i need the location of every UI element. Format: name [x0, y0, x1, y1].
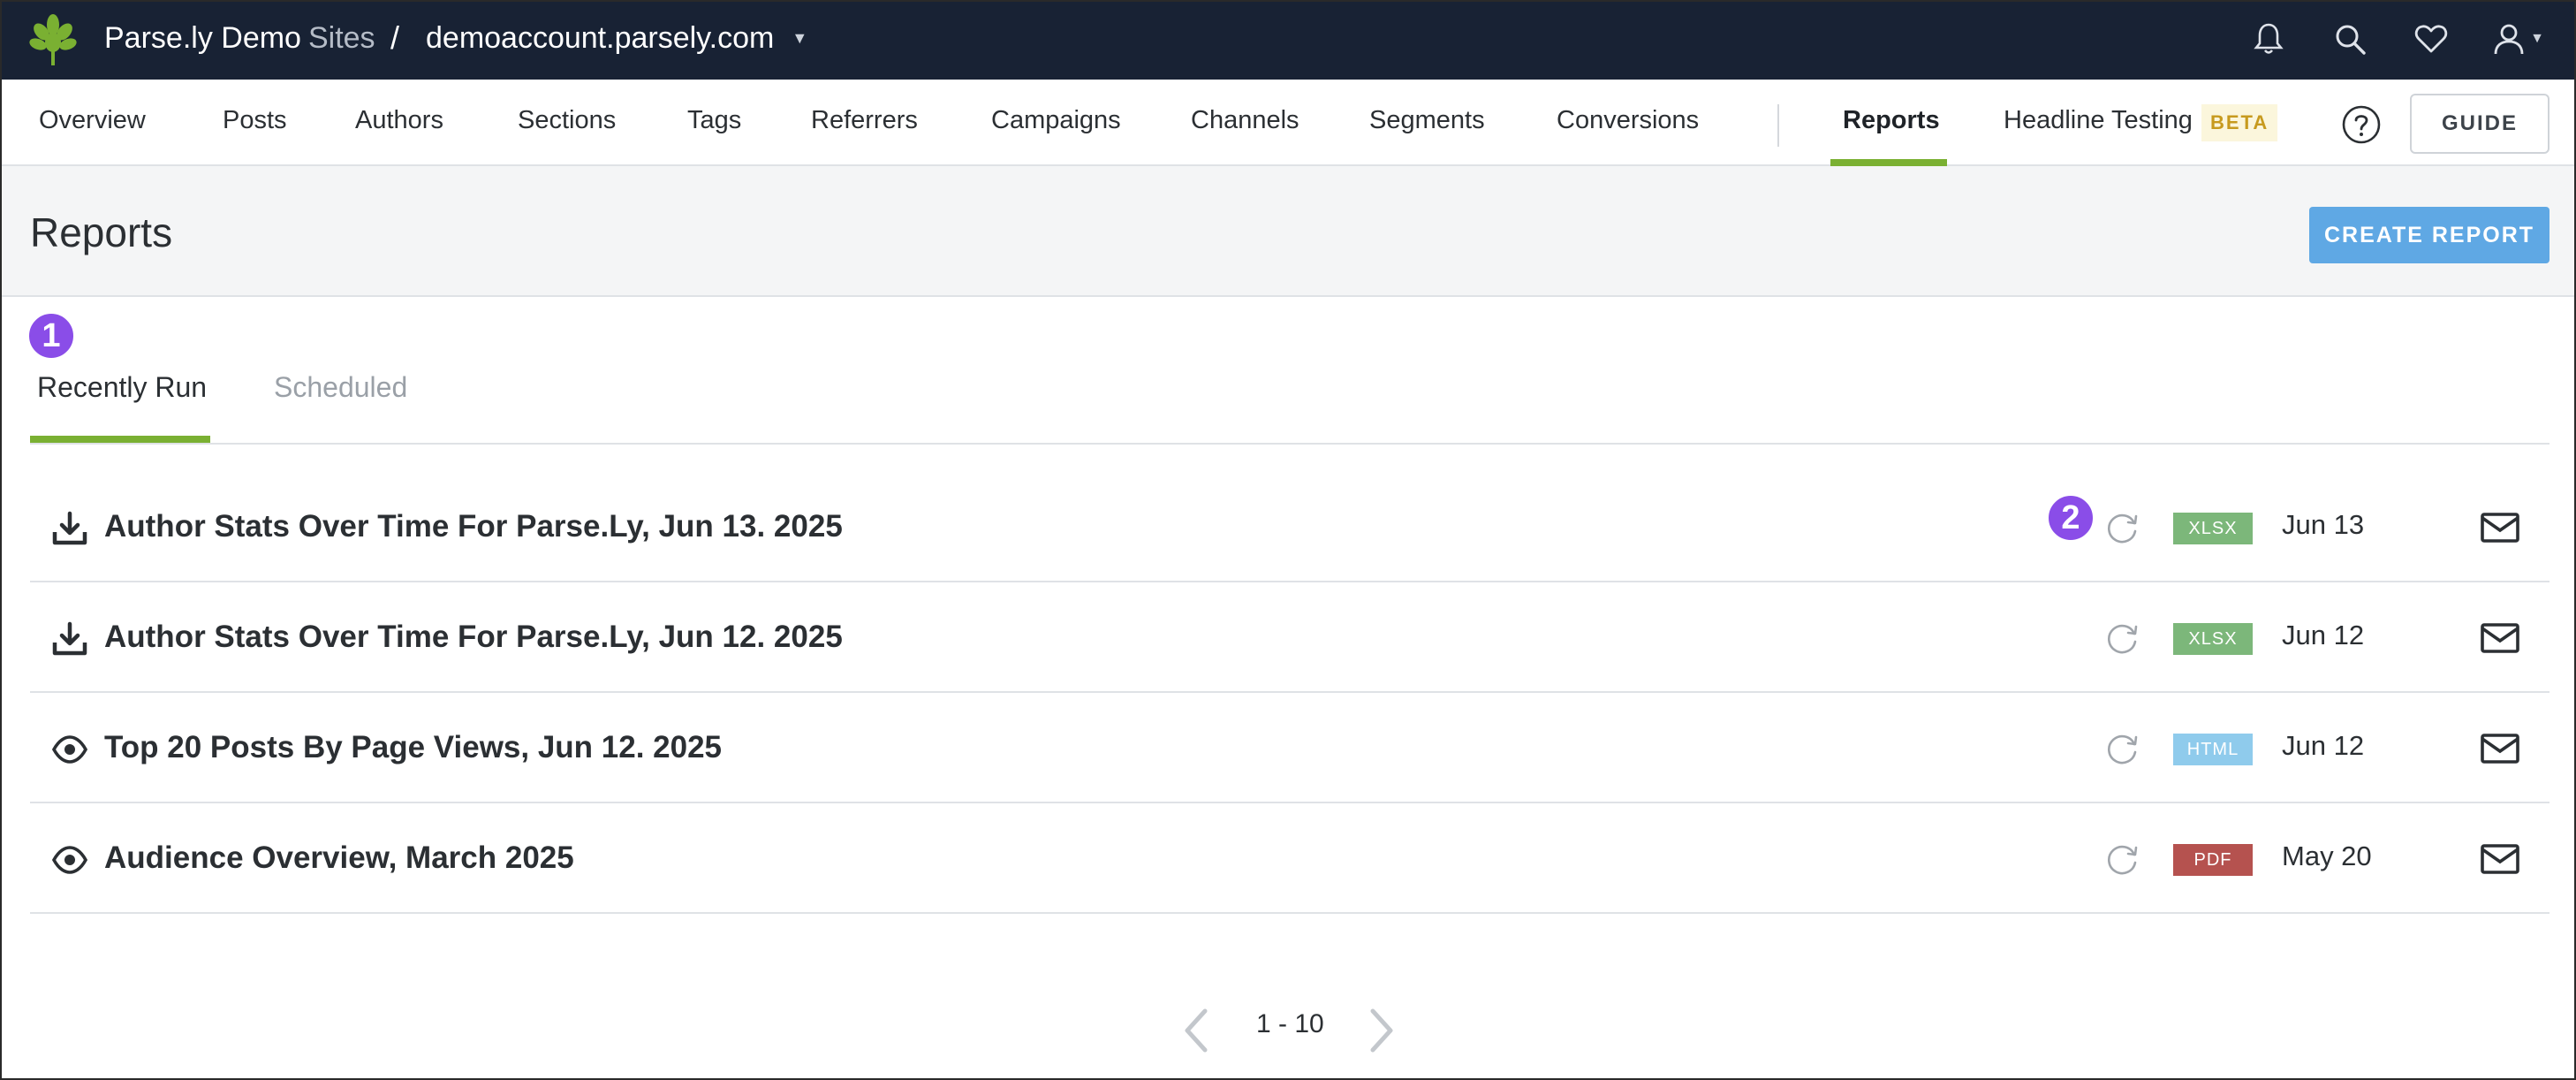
nav-item-posts[interactable]: Posts: [223, 106, 287, 135]
nav-item-referrers[interactable]: Referrers: [811, 106, 918, 135]
page-title: Reports: [30, 209, 173, 255]
eye-icon[interactable]: [51, 732, 88, 767]
main-nav: Overview Posts Authors Sections Tags Ref…: [2, 80, 2574, 166]
mail-icon[interactable]: [2479, 732, 2521, 765]
tab-scheduled[interactable]: Scheduled: [274, 371, 407, 404]
nav-item-conversions[interactable]: Conversions: [1557, 106, 1699, 135]
download-icon[interactable]: [51, 621, 88, 657]
report-row: Top 20 Posts By Page Views, Jun 12. 2025…: [30, 693, 2549, 803]
report-date: May 20: [2282, 840, 2372, 871]
prev-page-icon[interactable]: [1180, 1006, 1212, 1055]
report-row: Author Stats Over Time For Parse.Ly, Jun…: [30, 472, 2549, 582]
nav-item-headline-testing[interactable]: Headline Testing: [2004, 106, 2193, 135]
report-row: Author Stats Over Time For Parse.Ly, Jun…: [30, 582, 2549, 693]
report-row: Audience Overview, March 2025 PDF May 20: [30, 803, 2549, 914]
rerun-icon[interactable]: [2104, 620, 2141, 657]
nav-item-authors[interactable]: Authors: [355, 106, 443, 135]
create-report-button[interactable]: CREATE REPORT: [2309, 207, 2549, 263]
caret-down-icon: ▼: [792, 29, 808, 47]
page-header: Reports CREATE REPORT: [2, 166, 2574, 297]
eye-icon[interactable]: [51, 842, 88, 878]
tabs-divider: [30, 443, 2549, 445]
step-marker-2: 2: [2046, 493, 2095, 543]
download-icon[interactable]: [51, 511, 88, 546]
nav-item-tags[interactable]: Tags: [687, 106, 741, 135]
report-date: Jun 13: [2282, 509, 2365, 540]
mail-icon[interactable]: [2479, 621, 2521, 655]
format-badge: XLSX: [2173, 623, 2253, 655]
beta-badge: BETA: [2201, 104, 2278, 141]
mail-icon[interactable]: [2479, 842, 2521, 876]
active-nav-indicator: [1830, 159, 1947, 166]
brand-name: Parse.ly Demo: [104, 21, 301, 55]
guide-button[interactable]: GUIDE: [2410, 94, 2549, 154]
report-date: Jun 12: [2282, 730, 2365, 761]
site-name: demoaccount.parsely.com: [426, 21, 775, 55]
rerun-icon[interactable]: [2104, 730, 2141, 767]
nav-divider: [1777, 104, 1779, 147]
report-title[interactable]: Audience Overview, March 2025: [104, 840, 574, 876]
org-name[interactable]: Parse.ly Demo Sites: [104, 21, 375, 56]
tab-recently-run[interactable]: Recently Run: [37, 371, 207, 404]
format-badge: XLSX: [2173, 513, 2253, 544]
breadcrumb-separator: /: [390, 19, 400, 56]
report-date: Jun 12: [2282, 620, 2365, 650]
heart-icon[interactable]: [2412, 19, 2451, 58]
user-menu[interactable]: ▼: [2493, 22, 2544, 56]
report-title[interactable]: Author Stats Over Time For Parse.Ly, Jun…: [104, 620, 843, 655]
search-icon[interactable]: [2330, 19, 2369, 58]
nav-item-segments[interactable]: Segments: [1369, 106, 1485, 135]
rerun-icon[interactable]: [2104, 840, 2141, 878]
nav-item-overview[interactable]: Overview: [39, 106, 146, 135]
bell-icon[interactable]: [2249, 19, 2288, 58]
format-badge: PDF: [2173, 844, 2253, 876]
next-page-icon[interactable]: [1366, 1006, 1398, 1055]
pagination-range: 1 - 10: [1256, 1009, 1324, 1038]
nav-item-campaigns[interactable]: Campaigns: [991, 106, 1121, 135]
app-window: Parse.ly Demo Sites / demoaccount.parsely…: [0, 0, 2576, 1080]
format-badge: HTML: [2173, 734, 2253, 765]
parsely-logo-icon[interactable]: [27, 12, 80, 67]
help-icon[interactable]: [2341, 104, 2382, 145]
nav-item-sections[interactable]: Sections: [518, 106, 616, 135]
top-bar: Parse.ly Demo Sites / demoaccount.parsely…: [2, 2, 2574, 80]
site-selector[interactable]: demoaccount.parsely.com ▼: [426, 21, 807, 56]
step-marker-1: 1: [27, 311, 76, 361]
active-tab-indicator: [30, 436, 210, 443]
rerun-icon[interactable]: [2104, 509, 2141, 546]
mail-icon[interactable]: [2479, 511, 2521, 544]
sites-link[interactable]: Sites: [308, 21, 375, 55]
nav-item-reports[interactable]: Reports: [1843, 106, 1940, 135]
top-icons: ▼: [2249, 19, 2544, 58]
caret-down-icon: ▼: [2530, 31, 2544, 46]
report-title[interactable]: Author Stats Over Time For Parse.Ly, Jun…: [104, 509, 843, 544]
user-icon: [2494, 24, 2524, 55]
nav-item-channels[interactable]: Channels: [1191, 106, 1299, 135]
report-title[interactable]: Top 20 Posts By Page Views, Jun 12. 2025: [104, 730, 722, 765]
